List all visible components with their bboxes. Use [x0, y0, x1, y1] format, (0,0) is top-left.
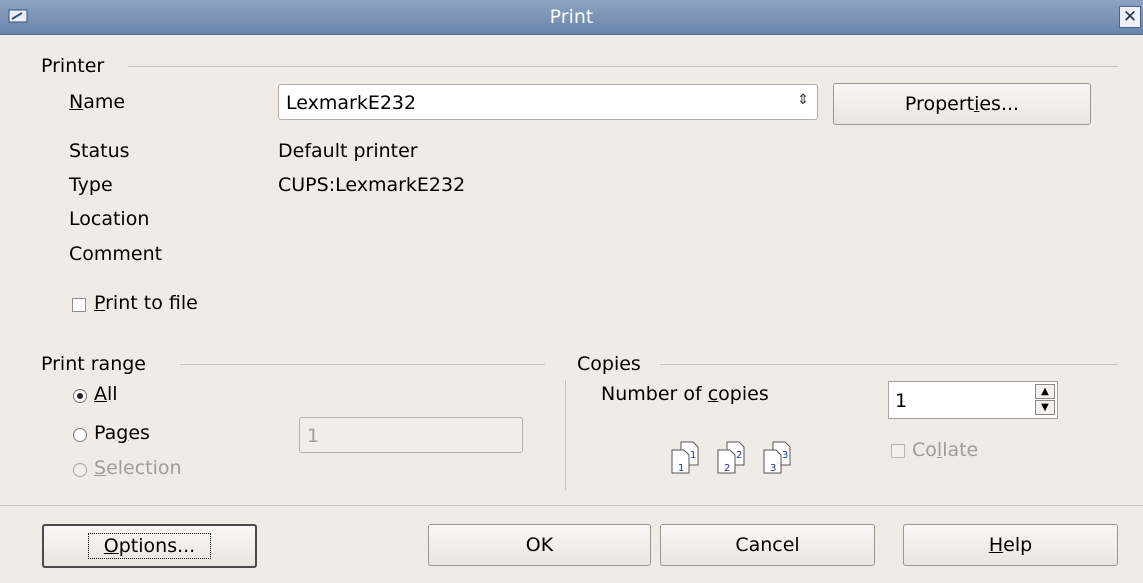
page-stack-3: 3 3 — [763, 441, 791, 474]
collate-pages-icon: 1 1 2 2 3 3 — [671, 441, 791, 474]
copies-spinbox[interactable]: 1 ▲ ▼ — [888, 381, 1058, 419]
pages-radio[interactable] — [73, 428, 87, 442]
number-of-copies-label: Number of copies — [601, 383, 769, 405]
pages-input-value: 1 — [307, 425, 320, 447]
selection-radio[interactable] — [73, 463, 87, 477]
page-stack-1: 1 1 — [671, 441, 699, 474]
name-label-mnemonic: N — [69, 91, 84, 113]
updown-arrow-icon: ⇕ — [797, 92, 809, 108]
title-bar[interactable]: Print ✕ — [0, 0, 1143, 35]
pages-input[interactable]: 1 — [299, 417, 523, 453]
name-label-rest: ame — [83, 91, 126, 113]
copies-separator — [565, 380, 566, 490]
help-button-label: Help — [988, 534, 1033, 556]
printer-name-select[interactable]: LexmarkE232 ⇕ — [278, 84, 818, 120]
print-to-file-checkbox[interactable] — [72, 298, 86, 312]
all-radio[interactable] — [73, 389, 87, 403]
properties-button[interactable]: Properties... — [833, 83, 1091, 125]
page-number: 2 — [736, 450, 742, 461]
status-label: Status — [69, 140, 130, 162]
collate-label[interactable]: Collate — [912, 439, 978, 461]
cancel-button[interactable]: Cancel — [660, 524, 875, 566]
window-title: Print — [549, 6, 594, 28]
page-number: 3 — [782, 450, 788, 461]
type-label: Type — [69, 174, 113, 196]
print-dialog: Print ✕ Printer Name LexmarkE232 ⇕ Prope… — [0, 0, 1143, 583]
button-row-divider — [0, 505, 1143, 506]
page-number: 1 — [678, 463, 684, 474]
print-range-legend: Print range — [41, 353, 152, 375]
collate-checkbox[interactable] — [891, 444, 905, 458]
spin-down-icon[interactable]: ▼ — [1035, 400, 1055, 415]
copies-legend: Copies — [577, 353, 647, 375]
printer-group-legend: Printer — [41, 55, 111, 77]
printer-group-divider — [128, 66, 1118, 67]
properties-button-label: Properties... — [904, 93, 1020, 115]
location-label: Location — [69, 208, 150, 230]
page-number: 1 — [690, 450, 696, 461]
page-stack-2: 2 2 — [717, 441, 745, 474]
cancel-button-label: Cancel — [735, 534, 800, 556]
name-label: Name — [69, 91, 125, 113]
ok-button[interactable]: OK — [428, 524, 651, 566]
all-label[interactable]: All — [94, 383, 118, 405]
spin-arrows: ▲ ▼ — [1035, 384, 1055, 416]
page-number: 3 — [770, 463, 776, 474]
options-button-label: Options... — [103, 535, 196, 557]
options-button[interactable]: Options... — [42, 524, 257, 568]
pages-label[interactable]: Pages — [94, 422, 150, 444]
copies-value: 1 — [895, 390, 908, 412]
status-value: Default printer — [278, 140, 418, 162]
spin-up-icon[interactable]: ▲ — [1035, 384, 1055, 399]
print-to-file-label[interactable]: Print to file — [94, 292, 198, 314]
type-value: CUPS:LexmarkE232 — [278, 174, 466, 196]
copies-divider — [660, 364, 1118, 365]
help-button[interactable]: Help — [903, 524, 1118, 566]
close-icon[interactable]: ✕ — [1119, 6, 1141, 28]
print-range-divider — [180, 364, 545, 365]
comment-label: Comment — [69, 243, 163, 265]
page-number: 2 — [724, 463, 730, 474]
ok-button-label: OK — [525, 534, 554, 556]
printer-name-value: LexmarkE232 — [286, 92, 417, 114]
selection-label[interactable]: Selection — [94, 457, 182, 479]
